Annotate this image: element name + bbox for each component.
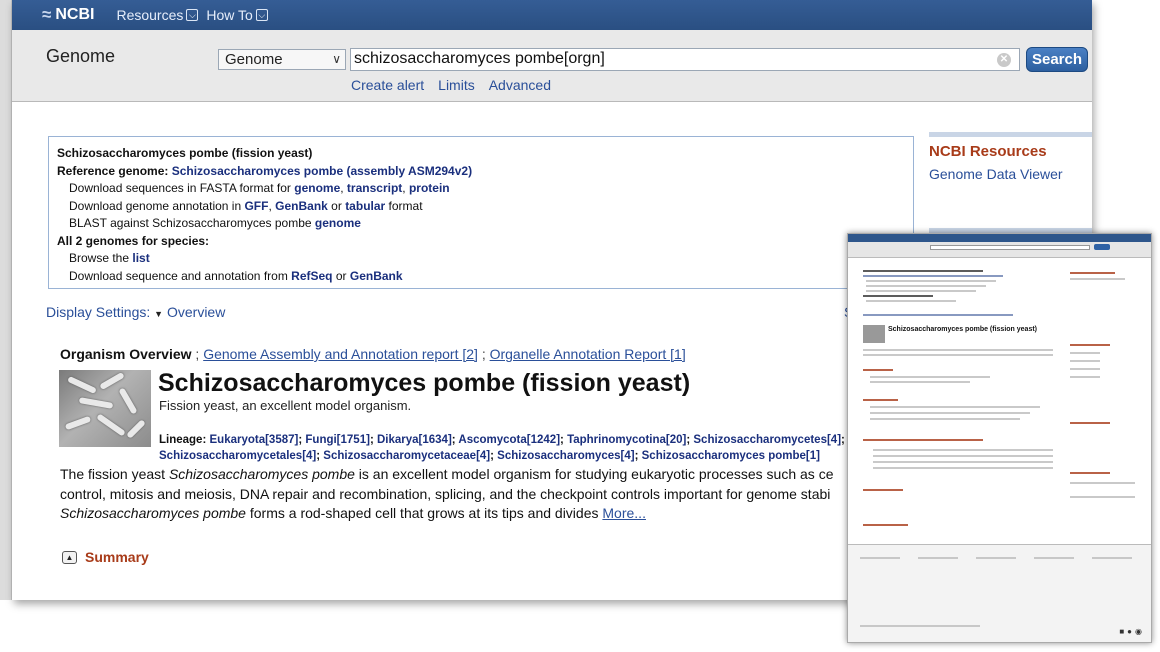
- chevron-down-icon: ⌵: [186, 9, 199, 21]
- thumbnail-image: [863, 325, 885, 343]
- chevron-down-icon: ∨: [332, 52, 341, 66]
- chevron-down-icon: ⌵: [255, 9, 268, 21]
- lineage-link[interactable]: Ascomycota[1242]: [458, 434, 560, 446]
- summary-section-toggle[interactable]: ▲ Summary: [62, 549, 149, 565]
- search-input[interactable]: schizosaccharomyces pombe[orgn] ✕: [350, 48, 1020, 71]
- ncbi-logo-icon: ≈: [42, 5, 52, 24]
- reference-title: Schizosaccharomyces pombe (fission yeast…: [57, 146, 313, 160]
- organism-overview-label: Organism Overview: [60, 346, 192, 362]
- thumbnail-title: Schizosaccharomyces pombe (fission yeast…: [888, 326, 1037, 333]
- lineage-link[interactable]: Schizosaccharomycetaceae[4]: [323, 450, 490, 462]
- fasta-transcript-link[interactable]: transcript: [347, 181, 402, 195]
- organism-description: The fission yeast Schizosaccharomyces po…: [60, 465, 850, 524]
- ncbi-logo[interactable]: ≈ NCBI: [42, 5, 94, 25]
- desc-text: is an excellent model organism for study…: [354, 466, 834, 482]
- genbank-seq-link[interactable]: GenBank: [350, 269, 403, 283]
- reference-genome-label: Reference genome:: [57, 163, 169, 178]
- lineage-link[interactable]: Schizosaccharomyces[4]: [497, 450, 634, 462]
- lineage-label: Lineage:: [159, 434, 207, 446]
- fasta-text: Download sequences in FASTA format for: [69, 181, 291, 195]
- browse-text: Browse the: [69, 251, 130, 265]
- or-text: or: [335, 268, 347, 283]
- tabular-link[interactable]: tabular: [345, 199, 385, 213]
- display-settings-label: Display Settings:: [46, 304, 151, 320]
- footer-icons: ■●◉: [1119, 627, 1145, 636]
- lineage-link[interactable]: Fungi[1751]: [305, 434, 370, 446]
- fasta-protein-link[interactable]: protein: [409, 181, 450, 195]
- search-query: schizosaccharomyces pombe[orgn]: [354, 50, 605, 67]
- collapse-icon: ▲: [62, 550, 77, 564]
- limits-link[interactable]: Limits: [438, 77, 475, 93]
- create-alert-link[interactable]: Create alert: [351, 77, 424, 93]
- search-button[interactable]: Search: [1026, 47, 1088, 72]
- page-thumbnail: Schizosaccharomyces pombe (fission yeast…: [847, 233, 1152, 643]
- assembly-report-link[interactable]: Genome Assembly and Annotation report [2…: [203, 346, 478, 362]
- database-select[interactable]: Genome ∨: [218, 49, 346, 70]
- right-column: NCBI Resources Genome Data Viewer: [929, 132, 1092, 182]
- desc-italic: Schizosaccharomyces pombe: [168, 466, 355, 482]
- lineage-link[interactable]: Schizosaccharomycetes[4]: [693, 434, 841, 446]
- browse-list-link[interactable]: list: [132, 251, 149, 265]
- desc-text: control, mitosis and meiosis, DNA repair…: [60, 485, 831, 502]
- organism-title: Schizosaccharomyces pombe (fission yeast…: [158, 369, 691, 397]
- organism-image[interactable]: [59, 370, 151, 447]
- lineage: Lineage: Eukaryota[3587]; Fungi[1751]; D…: [159, 434, 845, 462]
- divider: [929, 132, 1092, 137]
- clear-icon[interactable]: ✕: [997, 53, 1011, 67]
- lineage-link[interactable]: Dikarya[1634]: [377, 434, 452, 446]
- search-links: Create alert Limits Advanced: [351, 77, 551, 93]
- genome-data-viewer-link[interactable]: Genome Data Viewer: [929, 166, 1092, 182]
- lineage-link[interactable]: Schizosaccharomyces pombe[1]: [642, 450, 820, 462]
- thumbnail-search: [848, 242, 1151, 258]
- organelle-report-link[interactable]: Organelle Annotation Report [1]: [490, 346, 686, 362]
- summary-label: Summary: [85, 549, 149, 565]
- display-settings[interactable]: Display Settings: ▼ Overview: [46, 304, 225, 320]
- thumbnail-footer: ■●◉: [848, 544, 1151, 642]
- desc-text: The fission yeast: [60, 466, 169, 482]
- lineage-link[interactable]: Schizosaccharomycetales[4]: [159, 450, 316, 462]
- reference-genome-link[interactable]: Schizosaccharomyces pombe (assembly ASM2…: [172, 164, 472, 178]
- caret-down-icon: ▼: [154, 309, 164, 319]
- database-title: Genome: [46, 46, 116, 66]
- howto-menu[interactable]: How To ⌵: [206, 7, 268, 23]
- desc-italic: Schizosaccharomyces pombe: [60, 505, 246, 521]
- organism-header: Organism Overview ; Genome Assembly and …: [60, 346, 686, 362]
- refseq-link[interactable]: RefSeq: [291, 269, 332, 283]
- left-rail: [0, 0, 12, 600]
- lineage-link[interactable]: Eukaryota[3587]: [210, 434, 299, 446]
- top-bar: ≈ NCBI Resources ⌵ How To ⌵: [12, 0, 1092, 30]
- resources-menu[interactable]: Resources ⌵: [116, 7, 199, 23]
- blast-text: BLAST against Schizosaccharomyces pombe: [69, 216, 312, 230]
- genbank-link[interactable]: GenBank: [275, 199, 328, 213]
- lineage-link[interactable]: Taphrinomycotina[20]: [567, 434, 686, 446]
- search-header: Genome Genome ∨ schizosaccharomyces pomb…: [12, 30, 1092, 102]
- reference-genome-box: Schizosaccharomyces pombe (fission yeast…: [48, 136, 914, 289]
- ncbi-logo-text: NCBI: [55, 6, 95, 23]
- thumbnail-topbar: [848, 234, 1151, 242]
- resources-label: Resources: [116, 7, 184, 23]
- database-select-value: Genome: [225, 51, 283, 68]
- ncbi-resources-title: NCBI Resources: [929, 143, 1047, 160]
- more-link[interactable]: More...: [602, 505, 646, 521]
- desc-text: forms a rod-shaped cell that grows at it…: [245, 505, 603, 521]
- blast-genome-link[interactable]: genome: [315, 216, 361, 230]
- annotation-text: Download genome annotation in: [69, 198, 242, 213]
- format-text: format: [388, 198, 423, 213]
- or-text: or: [331, 198, 342, 213]
- overview-label: Overview: [166, 304, 226, 320]
- advanced-link[interactable]: Advanced: [489, 77, 551, 93]
- gff-link[interactable]: GFF: [244, 199, 268, 213]
- fasta-genome-link[interactable]: genome: [294, 181, 340, 195]
- organism-subtitle: Fission yeast, an excellent model organi…: [159, 398, 412, 413]
- all-genomes-label: All 2 genomes for species:: [57, 233, 210, 248]
- download-seq-text: Download sequence and annotation from: [69, 268, 288, 283]
- howto-label: How To: [206, 7, 253, 23]
- page: ≈ NCBI Resources ⌵ How To ⌵ Genome Genom…: [0, 0, 1160, 652]
